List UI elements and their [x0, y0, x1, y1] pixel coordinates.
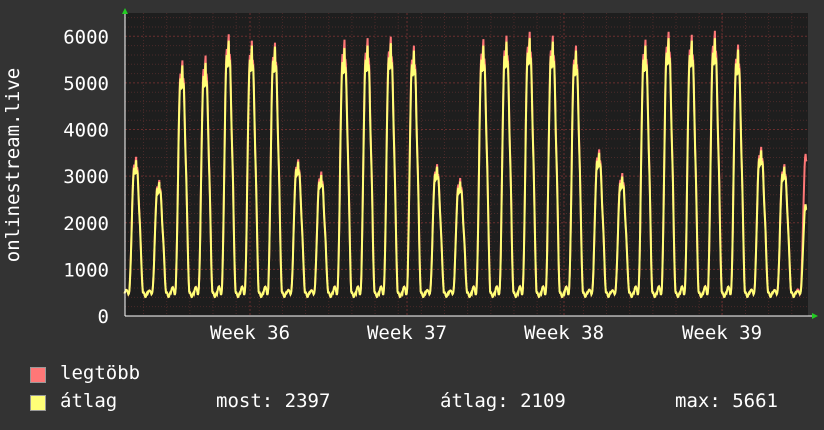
x-tick-label: Week 38: [524, 322, 604, 344]
y-tick-label: 2000: [63, 213, 109, 235]
y-tick-label: 0: [98, 306, 109, 328]
y-tick-label: 6000: [63, 26, 109, 48]
y-tick-label: 4000: [63, 120, 109, 142]
stat-max: max: 5661: [675, 390, 778, 412]
x-tick-label: Week 37: [367, 322, 447, 344]
stat-now: most: 2397: [216, 390, 331, 412]
x-tick-label: Week 39: [682, 322, 762, 344]
legend-label-avg: átlag: [60, 390, 118, 412]
y-axis-label: onlinestream.live: [2, 68, 24, 262]
y-tick-label: 1000: [63, 259, 109, 281]
legend-label-max: legtöbb: [60, 362, 141, 384]
legend-swatch-max: [30, 367, 46, 383]
stat-avg: átlag: 2109: [440, 390, 566, 412]
y-axis-arrow: [122, 8, 128, 14]
x-axis-arrow: [812, 313, 818, 319]
legend-swatch-avg: [30, 395, 46, 411]
y-tick-label: 5000: [63, 73, 109, 95]
x-tick-label: Week 36: [210, 322, 290, 344]
y-tick-label: 3000: [63, 166, 109, 188]
